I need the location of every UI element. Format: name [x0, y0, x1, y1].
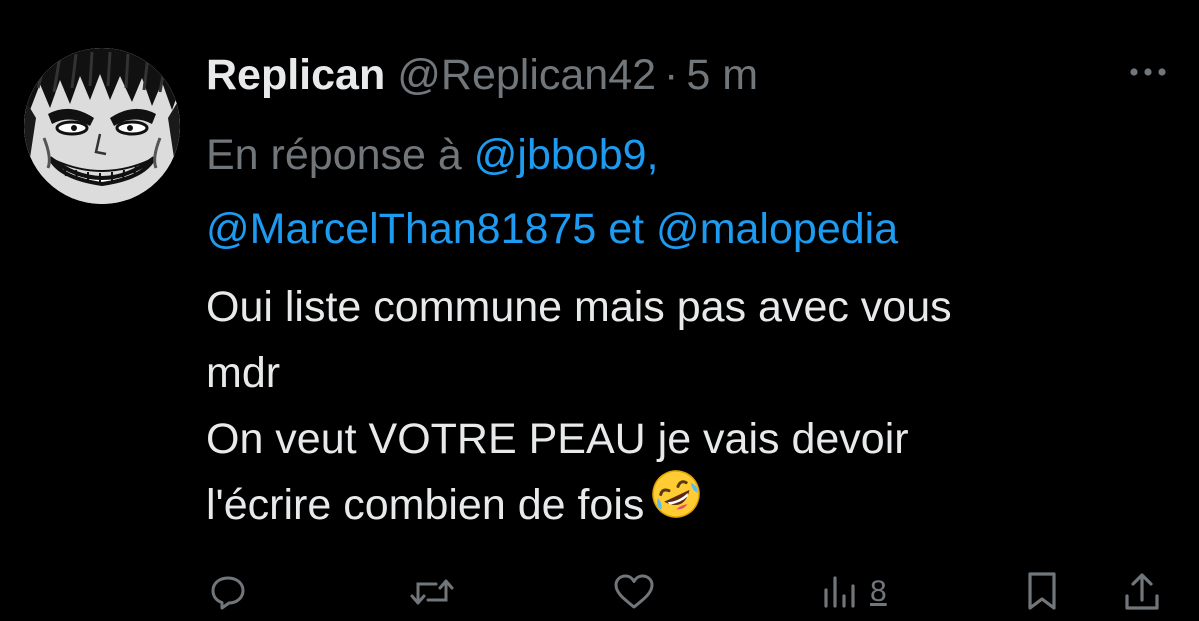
reply-button[interactable]: [208, 570, 248, 614]
share-button[interactable]: [1122, 570, 1162, 614]
mention-conjunction: et: [608, 205, 645, 253]
views-count[interactable]: 8: [870, 570, 887, 614]
avatar[interactable]: [24, 48, 180, 204]
tweet[interactable]: Replican @Replican42 · 5 m En réponse à …: [0, 0, 1199, 621]
mention-link[interactable]: @MarcelThan81875: [206, 205, 596, 253]
tweet-text-line-last: l'écrire combien de fois: [206, 470, 1166, 543]
like-button[interactable]: [612, 570, 656, 614]
reply-prefix: En réponse à: [206, 131, 462, 179]
retweet-icon: [410, 572, 454, 612]
tweet-text: Oui liste commune mais pas avec vous mdr…: [206, 274, 1166, 543]
tweet-text-line: Oui liste commune mais pas avec vous: [206, 283, 952, 331]
tweet-text-line: l'écrire combien de fois: [206, 481, 645, 529]
more-options-button[interactable]: [1124, 58, 1172, 90]
like-icon: [612, 572, 656, 612]
views-icon: [820, 572, 860, 612]
bookmark-button[interactable]: [1022, 570, 1062, 614]
mention-link[interactable]: @malopedia: [656, 205, 898, 253]
rolling-on-floor-laughing-emoji-icon: [650, 468, 702, 539]
mention-link[interactable]: @jbbob9: [474, 131, 647, 179]
bookmark-icon: [1022, 570, 1062, 614]
views-button[interactable]: 8: [820, 570, 887, 614]
reply-context: En réponse à @jbbob9, @MarcelThan81875 e…: [206, 118, 1106, 266]
user-handle[interactable]: @Replican42: [397, 48, 656, 102]
more-icon: [1128, 65, 1168, 83]
display-name[interactable]: Replican: [206, 48, 385, 102]
share-icon: [1122, 570, 1162, 614]
separator-dot: ·: [664, 51, 679, 99]
retweet-button[interactable]: [410, 570, 454, 614]
tweet-header: Replican @Replican42 · 5 m: [206, 48, 758, 102]
action-bar: 8: [0, 560, 1199, 620]
tweet-text-line: mdr: [206, 349, 281, 397]
tweet-text-line: On veut VOTRE PEAU je vais devoir: [206, 415, 909, 463]
timestamp[interactable]: 5 m: [686, 48, 758, 102]
reply-icon: [208, 572, 248, 612]
mention-comma: ,: [646, 131, 659, 179]
